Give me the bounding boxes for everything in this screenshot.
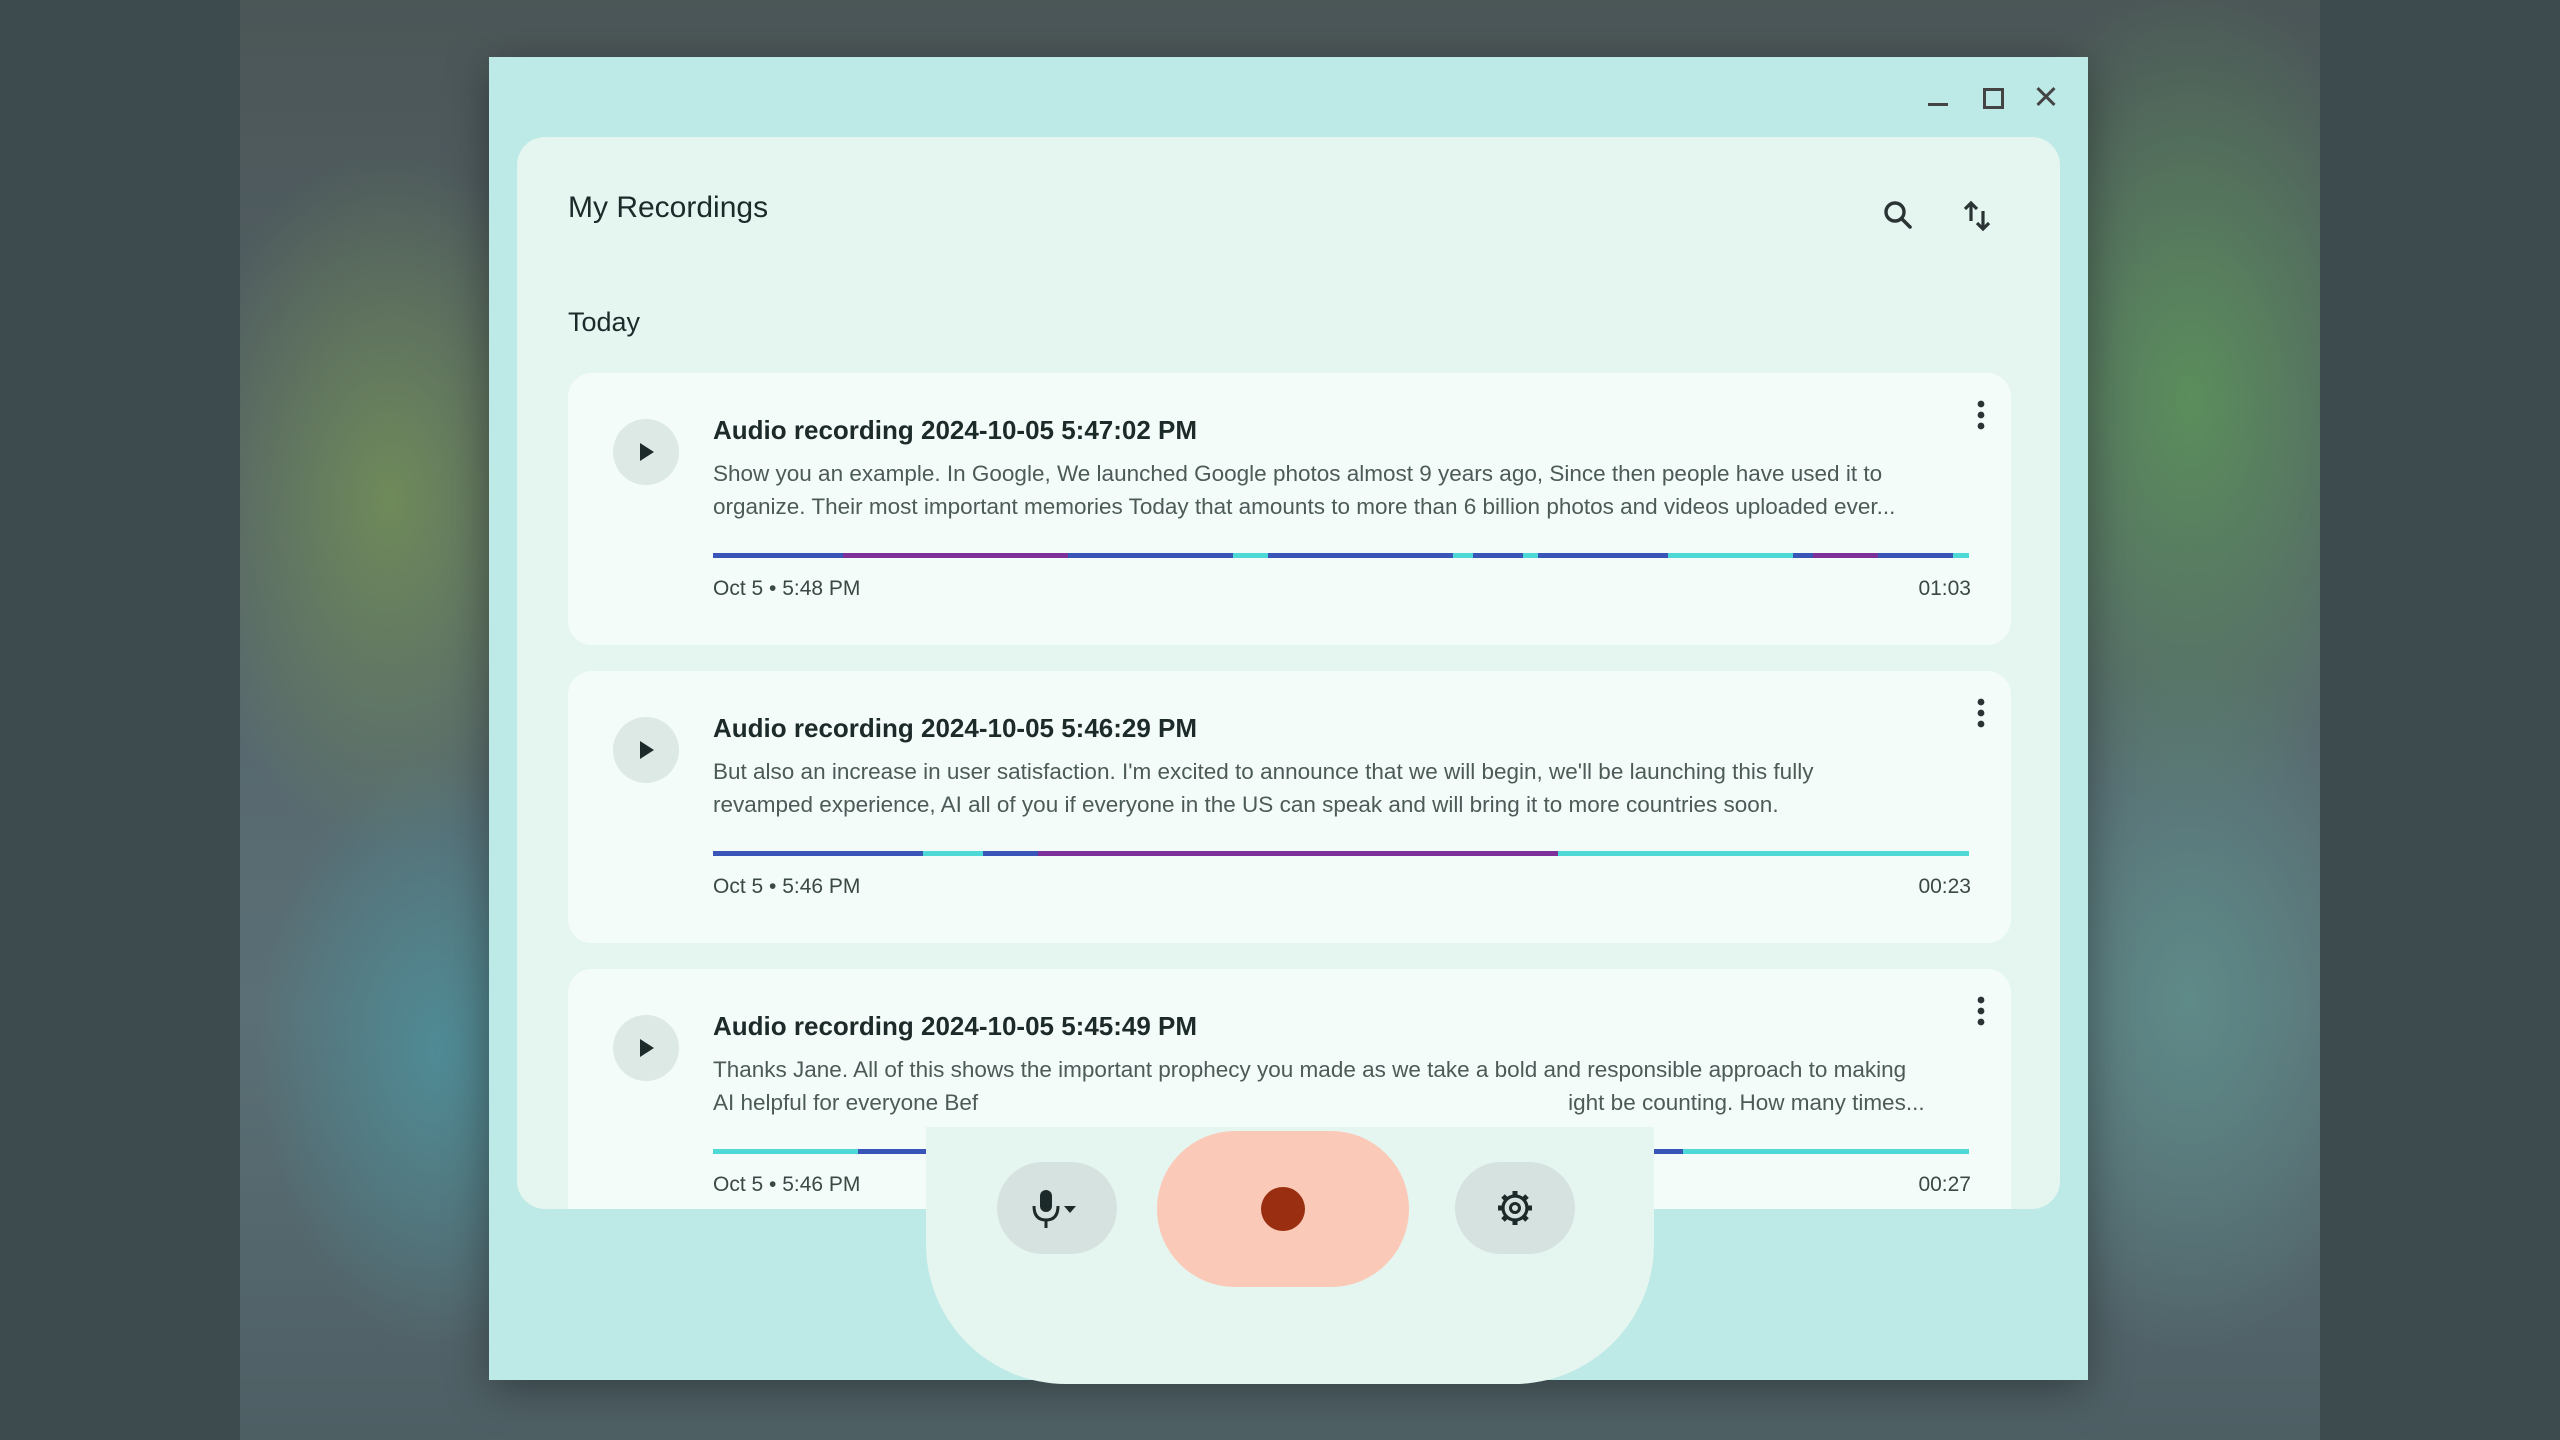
more-options-button[interactable] xyxy=(1959,691,2003,735)
search-button[interactable] xyxy=(1872,189,1924,241)
transcript-line: But also an increase in user satisfactio… xyxy=(713,759,1814,784)
play-button[interactable] xyxy=(613,1015,679,1081)
recording-duration: 00:23 xyxy=(1918,875,1971,898)
search-icon xyxy=(1884,201,1912,229)
transcript-preview: Thanks Jane. All of this shows the impor… xyxy=(713,1053,1971,1119)
more-vert-icon xyxy=(1977,698,1985,728)
record-icon xyxy=(1261,1187,1305,1231)
recording-title: Audio recording 2024-10-05 5:45:49 PM xyxy=(713,1011,1198,1041)
play-button[interactable] xyxy=(613,419,679,485)
minimize-icon xyxy=(1928,103,1948,106)
transcript-line: revamped experience, AI all of you if ev… xyxy=(713,792,1779,817)
more-vert-icon xyxy=(1977,400,1985,430)
header: My Recordings xyxy=(517,137,2060,287)
more-vert-icon xyxy=(1977,996,1985,1026)
record-button[interactable] xyxy=(1157,1131,1409,1287)
recording-card[interactable]: Audio recording 2024-10-05 5:47:02 PM Sh… xyxy=(568,373,2011,645)
speaker-timeline xyxy=(713,851,1969,856)
minimize-button[interactable] xyxy=(1918,77,1958,117)
recording-date: Oct 5 • 5:46 PM xyxy=(713,1173,861,1196)
play-button[interactable] xyxy=(613,717,679,783)
transcript-line: organize. Their most important memories … xyxy=(713,494,1896,519)
maximize-icon xyxy=(1983,88,2004,109)
recorder-window: My Recordings Today Audio recording 2024… xyxy=(489,57,2088,1384)
gear-icon xyxy=(1498,1191,1532,1225)
microphone-select-button[interactable] xyxy=(997,1162,1117,1254)
play-icon xyxy=(640,443,654,461)
transcript-preview: Show you an example. In Google, We launc… xyxy=(713,457,1971,523)
recording-date: Oct 5 • 5:48 PM xyxy=(713,577,861,600)
section-label-today: Today xyxy=(568,307,641,337)
recording-title: Audio recording 2024-10-05 5:47:02 PM xyxy=(713,415,1198,445)
play-icon xyxy=(640,1039,654,1057)
transcript-line: Thanks Jane. All of this shows the impor… xyxy=(713,1057,1907,1082)
transcript-fragment: AI helpful for everyone Bef xyxy=(713,1090,979,1115)
sort-button[interactable] xyxy=(1951,189,2003,241)
microphone-icon xyxy=(1032,1190,1076,1228)
recording-title: Audio recording 2024-10-05 5:46:29 PM xyxy=(713,713,1198,743)
recordings-panel: My Recordings Today Audio recording 2024… xyxy=(517,137,2060,1209)
maximize-button[interactable] xyxy=(1972,77,2012,117)
speaker-timeline xyxy=(713,553,1969,558)
transcript-fragment: ight be counting. How many times... xyxy=(1568,1090,1925,1115)
close-button[interactable] xyxy=(2026,77,2066,117)
window-controls xyxy=(1918,71,2066,123)
more-options-button[interactable] xyxy=(1959,989,2003,1033)
transcript-preview: But also an increase in user satisfactio… xyxy=(713,755,1971,821)
transcript-line: Show you an example. In Google, We launc… xyxy=(713,461,1883,486)
page-title: My Recordings xyxy=(568,191,769,224)
recording-duration: 01:03 xyxy=(1918,577,1971,600)
settings-button[interactable] xyxy=(1455,1162,1575,1254)
recording-duration: 00:27 xyxy=(1918,1173,1971,1196)
more-options-button[interactable] xyxy=(1959,393,2003,437)
recording-date: Oct 5 • 5:46 PM xyxy=(713,875,861,898)
play-icon xyxy=(640,741,654,759)
sort-icon xyxy=(1963,200,1991,232)
transcript-line: AI helpful for everyone Bef ight be count… xyxy=(713,1086,1971,1119)
recording-card[interactable]: Audio recording 2024-10-05 5:46:29 PM Bu… xyxy=(568,671,2011,943)
